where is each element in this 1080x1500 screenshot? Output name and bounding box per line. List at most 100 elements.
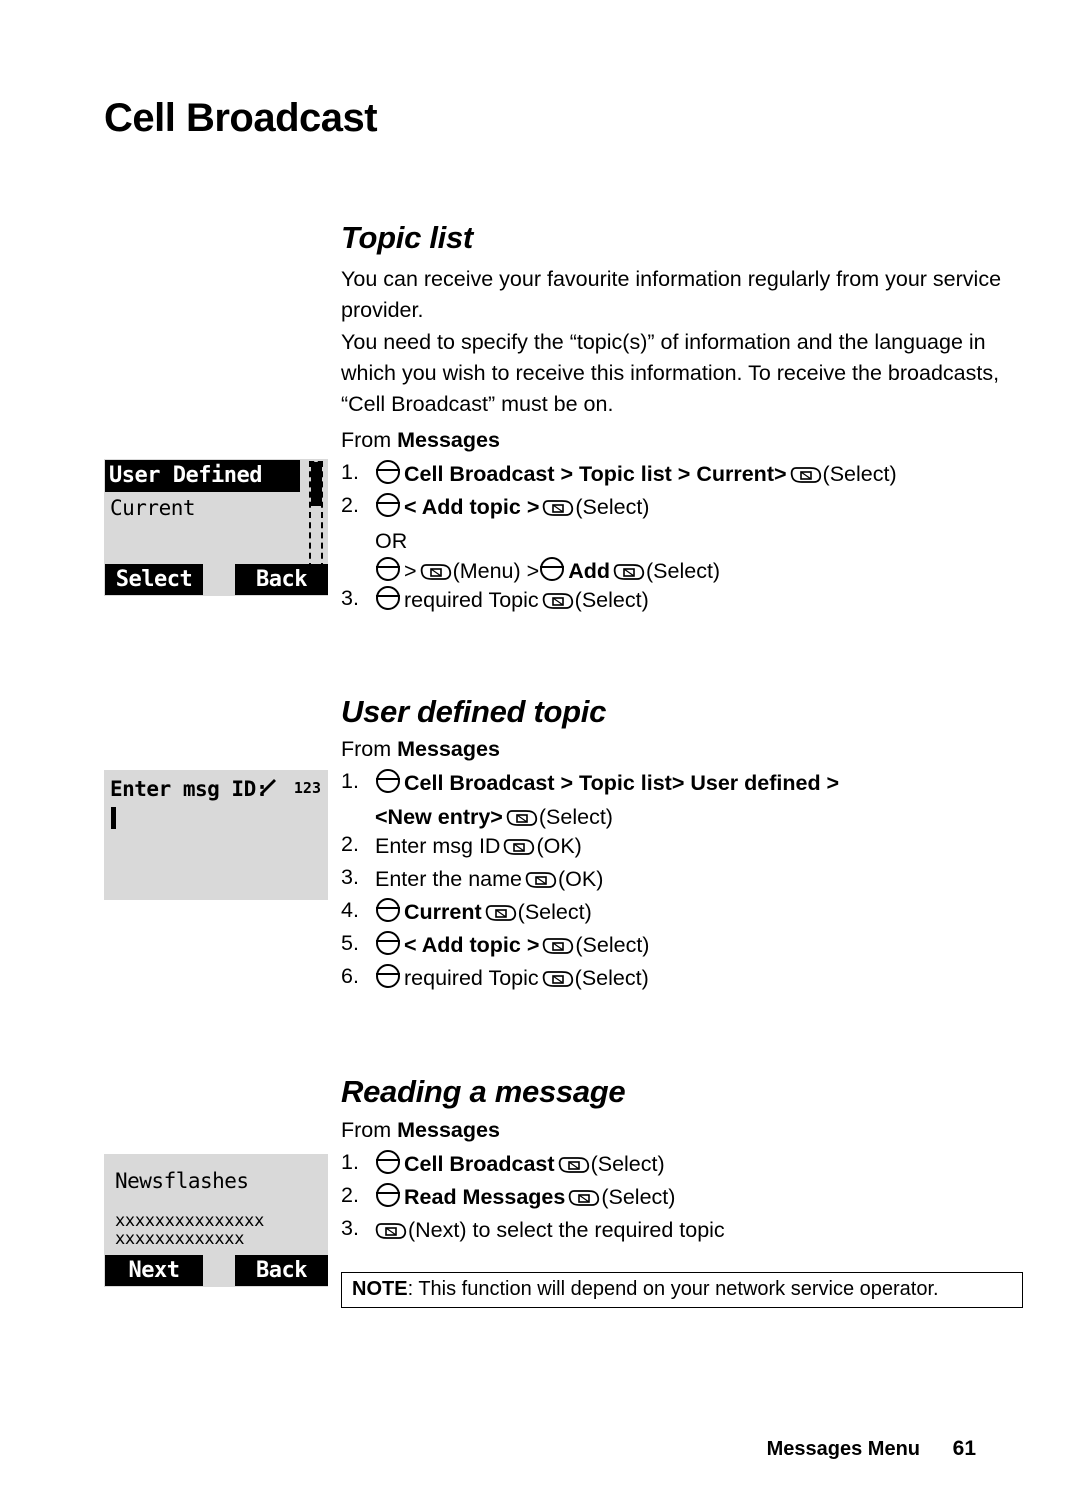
lcd-softkey-select[interactable]: Select: [105, 564, 203, 595]
step-text: Read Messages (Select): [375, 1183, 725, 1211]
lcd-softkey-next[interactable]: Next: [105, 1255, 203, 1286]
steps-reading-a-message: 1. Cell Broadcast (Select) 2. Read Messag…: [341, 1150, 725, 1249]
soft-key-icon: [503, 838, 535, 856]
step-label: < Add topic >: [404, 495, 540, 519]
lcd-row-current: Current: [110, 496, 196, 520]
step-continuation: <New entry> (Select): [375, 802, 839, 832]
lcd-title-enter-msg-id: Enter msg ID:: [110, 777, 268, 801]
step-label: required Topic: [404, 966, 539, 990]
step-label: Enter msg ID: [375, 834, 501, 858]
step-suffix: (Select): [822, 462, 897, 486]
step-suffix: (Select): [575, 933, 650, 957]
soft-key-icon: [542, 592, 574, 610]
navi-key-icon: [376, 493, 400, 517]
navi-key-icon: [376, 769, 400, 793]
step-label: Current: [404, 900, 482, 924]
step-suffix: (Select): [646, 559, 721, 583]
note-prefix: NOTE: [352, 1278, 408, 1300]
step-number: 1.: [341, 769, 359, 793]
step-row: 3. required Topic (Select): [341, 586, 897, 614]
pencil-icon: [257, 778, 279, 802]
soft-key-icon: [568, 1189, 600, 1207]
step-or-label: OR: [375, 529, 408, 553]
lcd-softkey-back[interactable]: Back: [235, 1255, 328, 1286]
step-number: 4.: [341, 898, 359, 922]
step-suffix: (Select): [538, 805, 613, 829]
soft-key-icon: [613, 563, 645, 581]
step-row: 5. < Add topic > (Select): [341, 931, 839, 959]
from-line-reading: From Messages: [341, 1118, 500, 1143]
soft-key-icon: [790, 466, 822, 484]
paragraph-topic-list-1: You can receive your favourite informati…: [341, 267, 1002, 322]
step-label: Cell Broadcast > Topic list > Current>: [404, 462, 787, 486]
navi-key-icon: [376, 557, 400, 581]
step-suffix: (Select): [601, 1185, 676, 1209]
step-label: Enter the name: [375, 867, 523, 891]
from-prefix: From: [341, 737, 398, 761]
step-label: required Topic: [404, 588, 539, 612]
from-prefix: From: [341, 428, 398, 452]
lcd-softkey-back[interactable]: Back: [235, 564, 328, 595]
step-text: required Topic (Select): [375, 964, 839, 992]
paragraph-topic-list-2: You need to specify the “topic(s)” of in…: [341, 330, 1000, 416]
step-text: Enter the name (OK): [375, 865, 839, 893]
step-number: 2.: [341, 1183, 359, 1207]
step-suffix: (Select): [517, 900, 592, 924]
phone-screen-enter-msg-id: Enter msg ID: 123: [104, 770, 328, 900]
steps-topic-list: 1. Cell Broadcast > Topic list > Current…: [341, 460, 897, 619]
step-label: Cell Broadcast: [404, 1152, 555, 1176]
step-suffix: (Select): [590, 1152, 665, 1176]
step-suffix: (OK): [558, 867, 604, 891]
step-label: Read Messages: [404, 1185, 566, 1209]
manual-page: Cell Broadcast Topic list You can receiv…: [0, 0, 1080, 1500]
step-row: 4. Current (Select): [341, 898, 839, 926]
step-menu-label: (Menu) >: [452, 559, 540, 583]
step-label: Cell Broadcast > Topic list> User define…: [404, 771, 840, 795]
phone-screen-topic-list: User Defined Current Select Back: [104, 459, 328, 596]
step-number: 2.: [341, 493, 359, 517]
navi-key-icon: [376, 1183, 400, 1207]
step-row: 1. Cell Broadcast > Topic list > Current…: [341, 460, 897, 488]
step-number: 3.: [341, 586, 359, 610]
soft-key-icon: [506, 809, 538, 827]
lcd-text-cursor: [111, 807, 116, 829]
soft-key-icon: [485, 904, 517, 922]
from-target: Messages: [397, 428, 500, 452]
navi-key-icon: [376, 964, 400, 988]
lcd-softkey-bar: Select Back: [105, 564, 328, 595]
step-row: 6. required Topic (Select): [341, 964, 839, 992]
soft-key-icon: [558, 1156, 590, 1174]
from-prefix: From: [341, 1118, 398, 1142]
section-heading-topic-list: Topic list: [341, 220, 473, 255]
step-row: 2. Enter msg ID (OK): [341, 832, 839, 860]
step-number: 3.: [341, 1216, 359, 1240]
navi-key-icon: [376, 586, 400, 610]
step-arrow: >: [404, 559, 417, 583]
step-text: Enter msg ID (OK): [375, 832, 839, 860]
step-text: Cell Broadcast > Topic list > Current> (S…: [375, 460, 897, 488]
section-heading-user-defined-topic: User defined topic: [341, 694, 607, 729]
step-suffix: (Select): [574, 966, 649, 990]
step-number: 3.: [341, 865, 359, 889]
soft-key-icon: [525, 871, 557, 889]
step-suffix: (Select): [574, 588, 649, 612]
step-suffix: (Select): [575, 495, 650, 519]
step-row: 3. Enter the name (OK): [341, 865, 839, 893]
from-line-user-defined: From Messages: [341, 737, 500, 762]
from-target: Messages: [397, 737, 500, 761]
lcd-scrollbar-thumb: [311, 462, 322, 506]
step-row: 2. < Add topic > (Select): [341, 493, 897, 521]
footer-section-label: Messages Menu: [766, 1438, 920, 1460]
soft-key-icon: [542, 937, 574, 955]
soft-key-icon: [420, 563, 452, 581]
lcd-body-line-2: xxxxxxxxxxxxx: [115, 1229, 245, 1249]
step-row: 3. (Next) to select the required topic: [341, 1216, 725, 1244]
step-text: Cell Broadcast > Topic list> User define…: [375, 769, 839, 797]
step-label-newentry: <New entry>: [375, 805, 503, 829]
lcd-title-user-defined: User Defined: [105, 460, 300, 492]
navi-key-icon: [376, 1150, 400, 1174]
step-text: (Next) to select the required topic: [375, 1216, 725, 1244]
step-text: required Topic (Select): [375, 586, 897, 614]
step-or-row: > (Menu) > Add (Select): [375, 556, 897, 586]
lcd-input-mode-indicator: 123: [293, 779, 321, 797]
